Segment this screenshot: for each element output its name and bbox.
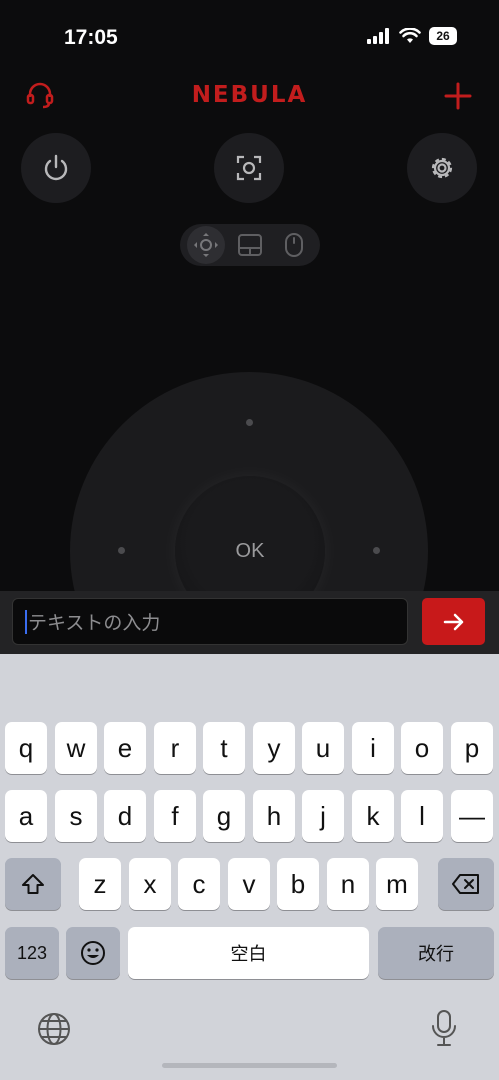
return-key[interactable]: 改行 [378,927,494,979]
power-button[interactable] [21,133,91,203]
key[interactable]: p [451,722,493,774]
key[interactable]: y [253,722,295,774]
send-text-button[interactable] [422,598,485,645]
dpad-mode-icon [194,233,218,257]
shift-icon [22,874,44,894]
key[interactable]: j [302,790,344,842]
key[interactable]: r [154,722,196,774]
key[interactable]: d [104,790,146,842]
gear-icon [431,157,453,179]
globe-icon [38,1013,70,1045]
shift-key[interactable] [5,858,61,910]
touchpad-icon [238,234,262,256]
key[interactable]: l [401,790,443,842]
key[interactable]: z [79,858,121,910]
dpad-up-indicator[interactable] [246,419,253,426]
key[interactable]: i [352,722,394,774]
home-indicator [162,1063,337,1068]
key[interactable]: b [277,858,319,910]
text-input-placeholder: テキストの入力 [28,613,161,634]
space-key[interactable]: 空白 [128,927,369,979]
power-icon [44,154,68,181]
key[interactable]: h [253,790,295,842]
key[interactable]: x [129,858,171,910]
status-icons: 26 [367,27,457,45]
screenshot-button[interactable] [214,133,284,203]
add-device-button[interactable] [444,82,472,115]
settings-button[interactable] [407,133,477,203]
brand-logo: NEBULA [191,82,308,108]
mouse-mode-button[interactable] [275,226,313,264]
microphone-icon [432,1010,456,1046]
emoji-key[interactable] [66,927,120,979]
screenshot-icon [236,155,262,181]
key[interactable]: a [5,790,47,842]
status-time: 17:05 [64,26,118,49]
battery-indicator: 26 [429,27,457,45]
arrow-right-icon [443,613,463,630]
backspace-key[interactable] [438,858,494,910]
dpad-right-indicator[interactable] [373,547,380,554]
key[interactable]: v [228,858,270,910]
key[interactable]: g [203,790,245,842]
plus-icon [444,82,472,110]
key[interactable]: k [352,790,394,842]
numbers-key[interactable]: 123 [5,927,59,979]
key[interactable]: t [203,722,245,774]
key[interactable]: w [55,722,97,774]
key[interactable]: n [327,858,369,910]
key[interactable]: s [55,790,97,842]
key-long-vowel[interactable]: — [451,790,493,842]
key[interactable]: c [178,858,220,910]
control-mode-selector [180,224,320,266]
emoji-icon [81,941,105,965]
text-caret [25,609,27,634]
touchpad-mode-button[interactable] [231,226,269,264]
wifi-icon [399,28,421,43]
key[interactable]: e [104,722,146,774]
key[interactable]: o [401,722,443,774]
dpad-mode-button[interactable] [187,226,225,264]
dpad-left-indicator[interactable] [118,547,125,554]
globe-key[interactable] [36,1011,72,1052]
key[interactable]: q [5,722,47,774]
backspace-icon [452,874,479,894]
key[interactable]: f [154,790,196,842]
mouse-icon [285,233,303,257]
key[interactable]: m [376,858,418,910]
key[interactable]: u [302,722,344,774]
signal-icon [367,28,389,44]
text-input-field[interactable]: テキストの入力 [12,598,408,645]
dictation-key[interactable] [430,1008,458,1053]
